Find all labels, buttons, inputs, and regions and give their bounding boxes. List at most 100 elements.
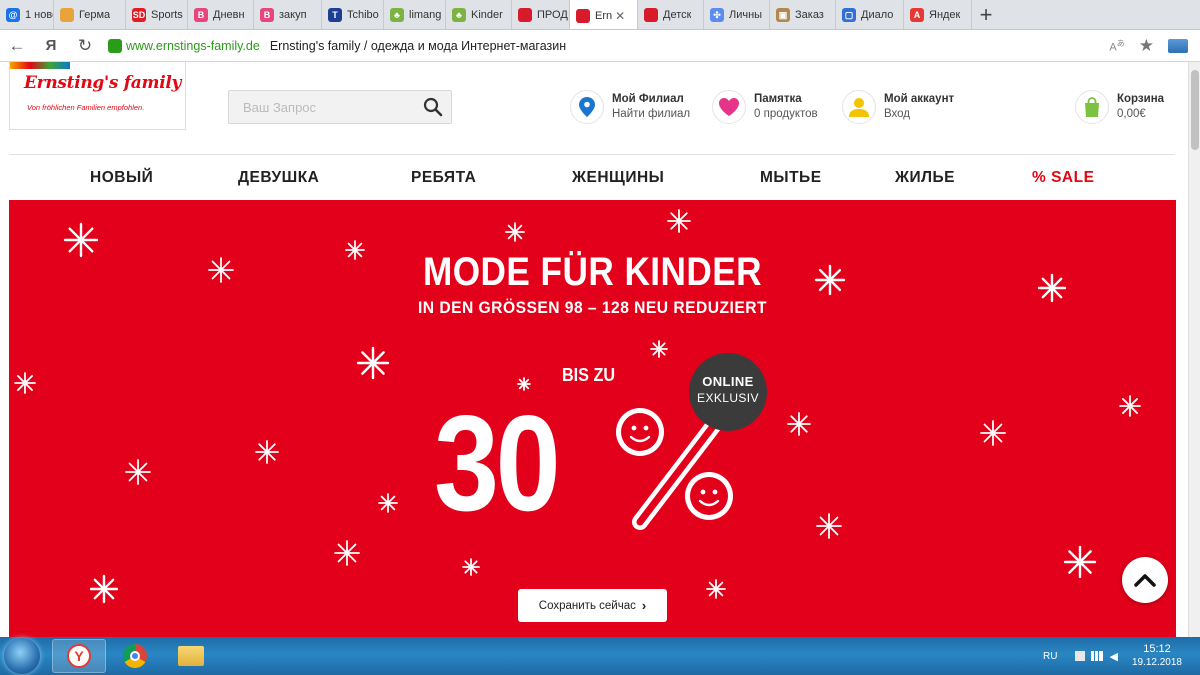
browser-tab[interactable]: SD Sports <box>126 0 188 29</box>
wishlist-link[interactable]: Памятка 0 продуктов <box>712 88 818 126</box>
sd-icon: SD <box>132 8 146 22</box>
browser-tab-label: Заказ <box>795 9 824 21</box>
close-tab-icon[interactable]: ✕ <box>615 9 625 23</box>
location-pin-icon <box>570 90 604 124</box>
lock-icon <box>108 38 122 53</box>
nav-item-wash[interactable]: МЫТЬЕ <box>760 155 822 200</box>
flag-icon <box>576 8 590 23</box>
snowflake-icon <box>356 346 390 380</box>
browser-tab-label: Диало <box>861 9 894 21</box>
snowflake-icon <box>334 540 360 566</box>
b-icon: B <box>260 8 274 22</box>
logo-color-strip <box>10 62 70 69</box>
clock-date: 19.12.2018 <box>1131 657 1182 668</box>
site-logo[interactable]: Ernsting's family Von fröhlichen Familie… <box>9 62 186 130</box>
bookmark-star-icon[interactable]: ★ <box>1139 36 1154 56</box>
yandex-logo-icon[interactable]: Я <box>34 30 68 62</box>
browser-tab[interactable]: ▣ Заказ <box>770 0 836 29</box>
page-title-text: Ernsting's family / одежда и мода Интерн… <box>269 38 567 53</box>
browser-tab[interactable]: ▢ Диало <box>836 0 904 29</box>
nav-item-sale[interactable]: % SALE <box>1032 155 1094 200</box>
browser-tab-label: Личны <box>729 9 763 21</box>
browser-tab-label: 1 нове <box>25 9 53 21</box>
browser-tab[interactable]: A Яндек <box>904 0 972 29</box>
browser-tab[interactable]: @1 нове <box>0 0 54 29</box>
logo-brand-text: Ernsting's family <box>24 73 182 93</box>
language-indicator[interactable]: RU <box>1043 651 1057 662</box>
snowflake-icon <box>255 440 279 464</box>
page-scrollbar[interactable] <box>1188 62 1200 637</box>
browser-tab[interactable]: ПРОД <box>512 0 570 29</box>
my-store-link[interactable]: Мой Филиал Найти филиал <box>570 88 690 126</box>
file-explorer-icon[interactable] <box>164 639 218 673</box>
cart-title: Корзина <box>1117 93 1165 105</box>
shop-now-button[interactable]: Сохранить сейчас › <box>518 589 667 622</box>
hero-banner[interactable]: MODE FÜR KINDER IN DEN GRÖSSEN 98 – 128 … <box>9 200 1176 637</box>
chevron-right-icon: › <box>641 598 647 613</box>
b-icon: B <box>194 8 208 22</box>
network-icon[interactable] <box>1091 651 1104 661</box>
nav-item-home[interactable]: ЖИЛЬЕ <box>895 155 955 200</box>
browser-tab-label: Яндек <box>929 9 961 21</box>
new-tab-button[interactable]: + <box>972 0 1000 29</box>
snowflake-icon <box>650 340 668 358</box>
chevron-up-icon <box>1134 574 1156 587</box>
windows-taskbar: Y RU ◀ 15:12 19.12.2018 <box>0 637 1200 675</box>
chrome-icon[interactable] <box>108 639 162 673</box>
browser-address-bar: ← Я ↻ www.ernstings-family.de Ernsting's… <box>0 30 1200 62</box>
browser-tab[interactable]: ♣ limang <box>384 0 446 29</box>
my-store-subtitle: Найти филиал <box>612 108 691 120</box>
snowflake-icon <box>706 579 726 599</box>
back-icon[interactable]: ← <box>0 30 34 62</box>
shopping-bag-icon <box>1075 90 1109 124</box>
browser-tab-label: Дневн <box>213 9 245 21</box>
search-input[interactable] <box>229 91 419 123</box>
browser-tab[interactable]: T Tchibo <box>322 0 384 29</box>
heart-icon <box>712 90 746 124</box>
browser-tab[interactable]: B Дневн <box>188 0 254 29</box>
snowflake-icon <box>505 222 525 242</box>
search-box <box>228 90 452 124</box>
snowflake-icon <box>125 459 151 485</box>
hero-discount-number: 30 <box>434 387 561 539</box>
flag-icon <box>518 8 532 22</box>
nav-item-girls[interactable]: ДЕВУШКА <box>238 155 319 200</box>
reload-icon[interactable]: ↻ <box>68 30 102 62</box>
url-text[interactable]: www.ernstings-family.de <box>126 39 260 53</box>
nav-item-women[interactable]: ЖЕНЩИНЫ <box>572 155 664 200</box>
website-viewport: Ernsting's family Von fröhlichen Familie… <box>0 62 1188 637</box>
browser-tab[interactable]: ♣ Kinder <box>446 0 512 29</box>
snowflake-icon <box>1063 545 1097 579</box>
yandex-browser-icon[interactable]: Y <box>52 639 106 673</box>
smiley-face-lower <box>685 472 733 520</box>
my-account-link[interactable]: Мой аккаунт Вход <box>842 88 954 126</box>
url-field[interactable]: www.ernstings-family.de Ernsting's famil… <box>106 33 1106 59</box>
flag-icon <box>644 8 658 22</box>
browser-tab[interactable]: Ern ✕ <box>570 0 638 29</box>
browser-tab[interactable]: Детск <box>638 0 704 29</box>
cart-link[interactable]: Корзина 0,00€ <box>1075 88 1164 126</box>
browser-tab[interactable]: ✣ Личны <box>704 0 770 29</box>
downloads-icon[interactable] <box>1168 38 1188 53</box>
snowflake-icon <box>462 558 480 576</box>
browser-tab[interactable]: Bзакуп <box>254 0 322 29</box>
folder-icon <box>60 8 74 22</box>
nav-item-new[interactable]: НОВЫЙ <box>90 155 153 200</box>
windows-start-button[interactable] <box>4 638 40 674</box>
volume-icon[interactable]: ◀ <box>1109 650 1117 663</box>
nav-item-boys[interactable]: РЕБЯТА <box>411 155 476 200</box>
scrollbar-thumb[interactable] <box>1191 70 1199 150</box>
scroll-to-top-button[interactable] <box>1122 557 1168 603</box>
wishlist-count: 0 продуктов <box>754 108 818 120</box>
system-clock[interactable]: 15:12 19.12.2018 <box>1132 642 1182 670</box>
browser-tab[interactable]: Герма <box>54 0 126 29</box>
search-icon[interactable] <box>423 97 443 117</box>
hero-upto-label: BIS ZU <box>561 365 616 385</box>
mail-icon: @ <box>6 8 20 22</box>
chat-icon: ▢ <box>842 8 856 22</box>
clock-time: 15:12 <box>1143 643 1171 655</box>
leaf-icon: ♣ <box>390 8 404 22</box>
translate-icon[interactable]: Aあ <box>1109 38 1124 54</box>
browser-tab-label: закуп <box>279 9 307 21</box>
flag-icon[interactable] <box>1075 651 1086 661</box>
